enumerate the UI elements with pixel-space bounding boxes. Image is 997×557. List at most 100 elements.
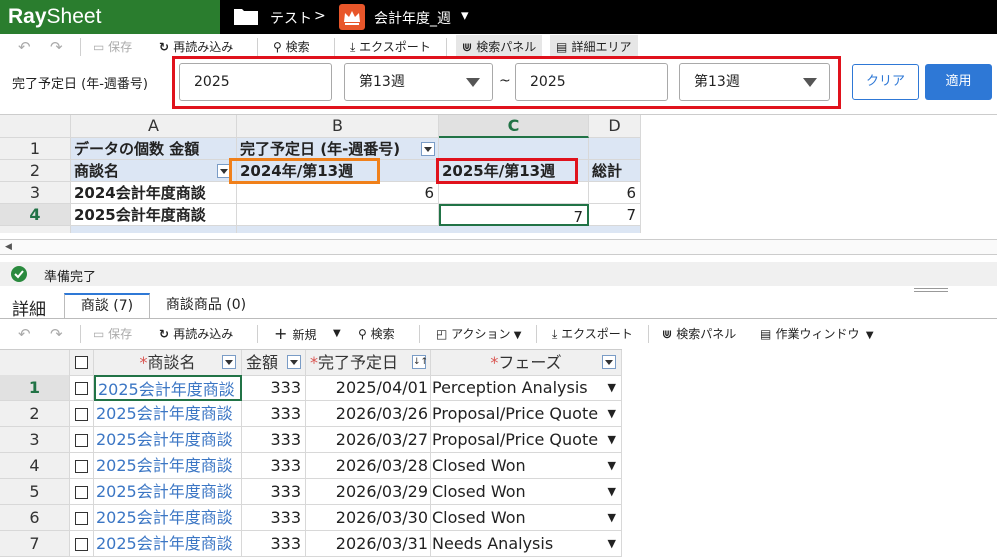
tab-opportunities[interactable]: 商談 (7) xyxy=(64,293,150,319)
scroll-left-icon[interactable]: ◀ xyxy=(5,242,12,252)
export-button[interactable]: ⤓ エクスポート xyxy=(552,322,633,346)
undo-button[interactable]: ↶ xyxy=(18,322,31,346)
phase-cell[interactable]: Perception Analysis ▼ xyxy=(431,375,622,401)
reload-button[interactable]: ↻ 再読み込み xyxy=(159,322,233,346)
save-button[interactable]: ▭ 保存 xyxy=(93,322,132,346)
row-checkbox[interactable] xyxy=(75,434,88,447)
close-date-cell[interactable]: 2026/03/27 xyxy=(306,427,431,453)
chevron-down-icon[interactable]: ▼ xyxy=(333,322,341,346)
opportunity-name-link[interactable]: 2025会計年度商談 xyxy=(94,401,242,427)
close-date-cell[interactable]: 2026/03/31 xyxy=(306,531,431,557)
search-panel-toggle[interactable]: ⋓ 検索パネル xyxy=(662,322,736,346)
row-select-cell[interactable] xyxy=(70,479,94,505)
col-header-d[interactable]: D xyxy=(589,115,641,138)
redo-button[interactable]: ↷ xyxy=(50,35,63,59)
breadcrumb-folder[interactable]: テスト xyxy=(270,8,312,28)
chevron-down-icon[interactable]: ▼ xyxy=(608,375,616,400)
clear-button[interactable]: クリア xyxy=(852,64,919,100)
row-checkbox[interactable] xyxy=(75,460,88,473)
pivot-row-label[interactable]: 2025会計年度商談 xyxy=(71,204,237,226)
select-all-checkbox[interactable] xyxy=(75,356,88,369)
search-button[interactable]: ⚲ 検索 xyxy=(358,322,395,346)
close-date-cell[interactable]: 2026/03/29 xyxy=(306,479,431,505)
col-header-name[interactable]: *商談名 xyxy=(94,350,242,376)
redo-button[interactable]: ↷ xyxy=(50,322,63,346)
pivot-cell[interactable] xyxy=(439,138,589,160)
tab-opportunity-products[interactable]: 商談商品 (0) xyxy=(150,293,262,319)
sort-asc-icon[interactable]: ↓↑ xyxy=(412,355,428,369)
sheet-dropdown-icon[interactable]: ▾ xyxy=(461,6,469,24)
close-date-cell[interactable]: 2026/03/28 xyxy=(306,453,431,479)
row-checkbox[interactable] xyxy=(75,512,88,525)
phase-cell[interactable]: Closed Won ▼ xyxy=(431,453,622,479)
col-header-a[interactable]: A xyxy=(71,115,237,138)
pivot-row-label[interactable]: 総計 xyxy=(71,226,237,233)
opportunity-name-link[interactable]: 2025会計年度商談 xyxy=(94,531,242,557)
new-record-button[interactable]: + 新規 xyxy=(274,322,317,346)
col-header-amount[interactable]: 金額 xyxy=(242,350,306,376)
opportunity-name-link[interactable]: 2025会計年度商談 xyxy=(94,479,242,505)
phase-cell[interactable]: Proposal/Price Quote ▼ xyxy=(431,401,622,427)
amount-cell[interactable]: 333 xyxy=(242,427,306,453)
opportunity-name-link[interactable]: 2025会計年度商談 xyxy=(94,427,242,453)
sheet-corner[interactable] xyxy=(0,115,71,138)
phase-cell[interactable]: Needs Analysis ▼ xyxy=(431,531,622,557)
undo-button[interactable]: ↶ xyxy=(18,35,31,59)
pivot-cell[interactable] xyxy=(237,204,439,226)
amount-cell[interactable]: 333 xyxy=(242,505,306,531)
work-window-button[interactable]: ▤ 作業ウィンドウ ▼ xyxy=(760,322,874,346)
to-year-input[interactable]: 2025 xyxy=(515,63,668,101)
row-number[interactable]: 3 xyxy=(0,427,70,453)
from-week-select[interactable]: 第13週 xyxy=(344,63,493,101)
action-menu-button[interactable]: ◰ アクション ▼ xyxy=(436,322,521,346)
chevron-down-icon[interactable]: ▼ xyxy=(608,427,616,452)
row-select-cell[interactable] xyxy=(70,401,94,427)
row-number[interactable]: 1 xyxy=(0,375,70,401)
row-select-cell[interactable] xyxy=(70,531,94,557)
phase-cell[interactable]: Closed Won ▼ xyxy=(431,479,622,505)
pivot-row-field[interactable]: 商談名 xyxy=(71,160,237,182)
filter-dropdown-icon[interactable] xyxy=(602,355,616,369)
amount-cell[interactable]: 333 xyxy=(242,479,306,505)
filter-dropdown-icon[interactable] xyxy=(421,142,435,156)
horizontal-scrollbar[interactable]: ◀ xyxy=(0,239,997,255)
pivot-cell[interactable]: 6 xyxy=(589,182,641,204)
chevron-down-icon[interactable]: ▼ xyxy=(608,453,616,478)
phase-cell[interactable]: Closed Won ▼ xyxy=(431,505,622,531)
pivot-cell[interactable]: 6 xyxy=(237,182,439,204)
row-header[interactable]: 3 xyxy=(0,182,71,204)
sheet-name[interactable]: 会計年度_週 xyxy=(374,8,451,28)
row-select-cell[interactable] xyxy=(70,505,94,531)
row-header[interactable]: 4 xyxy=(0,204,71,226)
row-select-cell[interactable] xyxy=(70,427,94,453)
close-date-cell[interactable]: 2025/04/01 xyxy=(306,375,431,401)
splitter-handle-icon[interactable] xyxy=(914,288,948,292)
select-all-column[interactable] xyxy=(70,350,94,376)
col-header-phase[interactable]: *フェーズ xyxy=(431,350,622,376)
pivot-cell[interactable] xyxy=(589,138,641,160)
chevron-down-icon[interactable]: ▼ xyxy=(608,479,616,504)
filter-dropdown-icon[interactable] xyxy=(222,355,236,369)
to-week-select[interactable]: 第13週 xyxy=(679,63,830,101)
row-number[interactable]: 6 xyxy=(0,505,70,531)
col-header-c[interactable]: C xyxy=(439,115,589,138)
chevron-down-icon[interactable]: ▼ xyxy=(608,531,616,556)
row-select-cell[interactable] xyxy=(70,453,94,479)
row-number[interactable]: 4 xyxy=(0,453,70,479)
pivot-column-field[interactable]: 完了予定日 (年-週番号) xyxy=(237,138,439,160)
filter-dropdown-icon[interactable] xyxy=(287,355,301,369)
row-header[interactable]: 5 xyxy=(0,226,71,233)
pivot-cell-selected[interactable]: 7 xyxy=(439,204,589,226)
row-checkbox[interactable] xyxy=(75,408,88,421)
phase-cell[interactable]: Proposal/Price Quote ▼ xyxy=(431,427,622,453)
row-header[interactable]: 1 xyxy=(0,138,71,160)
folder-icon[interactable] xyxy=(233,6,259,26)
row-number[interactable]: 5 xyxy=(0,479,70,505)
apply-button[interactable]: 適用 xyxy=(925,64,992,100)
amount-cell[interactable]: 333 xyxy=(242,453,306,479)
opportunity-name-link[interactable]: 2025会計年度商談 xyxy=(94,453,242,479)
row-number[interactable]: 2 xyxy=(0,401,70,427)
row-select-cell[interactable] xyxy=(70,375,94,401)
row-checkbox[interactable] xyxy=(75,486,88,499)
row-checkbox[interactable] xyxy=(75,382,88,395)
